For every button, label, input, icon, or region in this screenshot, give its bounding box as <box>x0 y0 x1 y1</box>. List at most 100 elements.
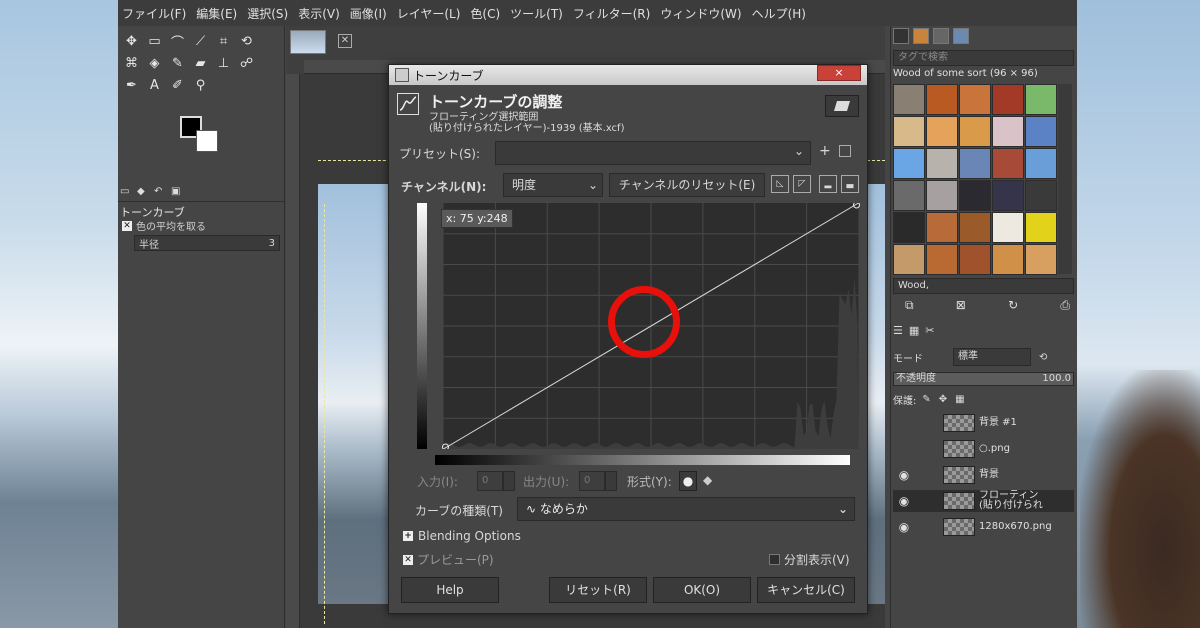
menu-image[interactable]: 画像(I) <box>350 5 387 22</box>
histogram-scale-icon[interactable]: ▃ <box>841 175 859 193</box>
histogram-view-icon[interactable]: ▂ <box>819 175 837 193</box>
pattern-scrollbar[interactable] <box>1058 84 1072 274</box>
log-histogram-icon[interactable]: ◸ <box>793 175 811 193</box>
menu-help[interactable]: ヘルプ(H) <box>752 5 806 22</box>
reset-button[interactable]: リセット(R) <box>549 577 647 603</box>
input-field[interactable]: 0 <box>477 471 503 491</box>
cancel-button[interactable]: キャンセル(C) <box>757 577 855 603</box>
bucket-fill-tool-icon[interactable]: ◈ <box>143 52 166 74</box>
path-tool-icon[interactable]: ✒ <box>120 74 143 96</box>
rect-select-tool-icon[interactable]: ▭ <box>143 30 166 52</box>
zoom-tool-icon[interactable]: ⚲ <box>189 74 212 96</box>
menu-color[interactable]: 色(C) <box>470 5 500 22</box>
pattern-swatch[interactable] <box>893 148 925 179</box>
pattern-swatch[interactable] <box>1025 244 1057 275</box>
ok-button[interactable]: OK(O) <box>653 577 751 603</box>
layer-row[interactable]: ○.png <box>893 438 1074 460</box>
pattern-swatch[interactable] <box>926 116 958 147</box>
preview-checkbox[interactable]: ✕ プレビュー(P) <box>403 551 494 568</box>
document-history-tab-icon[interactable] <box>953 28 969 44</box>
layer-row[interactable]: ◉ フローティン (貼り付けられ <box>893 490 1074 512</box>
move-tool-icon[interactable]: ✥ <box>120 30 143 52</box>
pattern-swatch[interactable] <box>959 84 991 115</box>
pattern-swatch[interactable] <box>959 148 991 179</box>
background-color-swatch[interactable] <box>196 130 218 152</box>
pattern-swatch[interactable] <box>893 244 925 275</box>
reset-channel-button[interactable]: チャンネルのリセット(E) <box>609 173 765 197</box>
checkbox-checked-icon[interactable]: ✕ <box>122 220 132 231</box>
color-picker-tool-icon[interactable]: ✐ <box>166 74 189 96</box>
output-spinner[interactable] <box>605 471 617 491</box>
layer-row[interactable]: ◉ 1280x670.png <box>893 516 1074 538</box>
sample-average-option[interactable]: ✕ 色の平均を取る <box>122 218 206 233</box>
pattern-swatch[interactable] <box>992 244 1024 275</box>
pattern-swatch[interactable] <box>926 148 958 179</box>
pattern-swatch[interactable] <box>1025 116 1057 147</box>
pattern-swatch[interactable] <box>893 116 925 147</box>
lock-pixels-icon[interactable]: ✎ <box>922 394 930 405</box>
curve-type-select[interactable]: ∿ なめらか ⌄ <box>517 497 855 521</box>
fuzzy-select-tool-icon[interactable]: ⟋ <box>189 30 212 52</box>
pattern-swatch[interactable] <box>893 180 925 211</box>
mode-select[interactable]: 標準 <box>953 348 1031 366</box>
visibility-eye-icon[interactable]: ◉ <box>893 468 915 482</box>
layer-row[interactable]: 背景 #1 <box>893 412 1074 434</box>
channels-tab-icon[interactable]: ▦ <box>909 324 919 342</box>
menu-layer[interactable]: レイヤー(L) <box>397 5 461 22</box>
add-preset-icon[interactable]: + <box>819 143 831 159</box>
image-tab-thumbnail[interactable] <box>290 30 326 54</box>
pattern-swatch[interactable] <box>893 84 925 115</box>
pattern-swatch[interactable] <box>1025 180 1057 211</box>
tag-search-input[interactable]: タグで検索 <box>893 50 1074 66</box>
split-view-checkbox[interactable]: 分割表示(V) <box>769 551 850 568</box>
undo-history-tab-icon[interactable]: ↶ <box>154 186 168 200</box>
duplicate-pattern-icon[interactable]: ⧉ <box>905 298 914 313</box>
tool-options-tab-icon[interactable]: ▭ <box>120 186 134 200</box>
lasso-tool-icon[interactable]: ⌒ <box>166 30 189 52</box>
images-tab-icon[interactable]: ▣ <box>171 186 185 200</box>
menu-view[interactable]: 表示(V) <box>298 5 340 22</box>
pattern-swatch[interactable] <box>959 180 991 211</box>
help-button[interactable]: Help <box>401 577 499 603</box>
mode-reset-icon[interactable]: ⟲ <box>1039 352 1047 363</box>
preset-menu-icon[interactable] <box>839 145 851 157</box>
channel-select[interactable]: 明度 ⌄ <box>503 173 603 197</box>
close-tab-icon[interactable]: ✕ <box>338 34 352 48</box>
pattern-tag-field[interactable]: Wood, <box>893 278 1074 294</box>
menu-file[interactable]: ファイル(F) <box>122 5 186 22</box>
eraser-tool-icon[interactable]: ▰ <box>189 52 212 74</box>
menu-tools[interactable]: ツール(T) <box>510 5 563 22</box>
smudge-tool-icon[interactable]: ☍ <box>235 52 258 74</box>
menu-filters[interactable]: フィルター(R) <box>573 5 650 22</box>
device-status-tab-icon[interactable]: ◆ <box>137 186 151 200</box>
rotate-tool-icon[interactable]: ⟲ <box>235 30 258 52</box>
pattern-swatch[interactable] <box>926 180 958 211</box>
text-tool-icon[interactable]: A <box>143 74 166 96</box>
warp-tool-icon[interactable]: ⌘ <box>120 52 143 74</box>
crop-tool-icon[interactable]: ⌗ <box>212 30 235 52</box>
preset-select[interactable]: ⌄ <box>495 141 811 165</box>
pattern-swatch[interactable] <box>1025 148 1057 179</box>
menu-select[interactable]: 選択(S) <box>247 5 288 22</box>
pattern-swatch[interactable] <box>926 212 958 243</box>
open-pattern-icon[interactable]: ⎙ <box>1060 298 1070 313</box>
output-field[interactable]: 0 <box>579 471 605 491</box>
menu-edit[interactable]: 編集(E) <box>196 5 237 22</box>
fg-bg-colors[interactable] <box>180 116 222 156</box>
pattern-swatch[interactable] <box>1025 212 1057 243</box>
pattern-swatch[interactable] <box>1025 84 1057 115</box>
layers-tab-icon[interactable]: ☰ <box>893 324 903 342</box>
refresh-patterns-icon[interactable]: ↻ <box>1008 298 1018 313</box>
patterns-tab-icon[interactable] <box>913 28 929 44</box>
lock-alpha-icon[interactable]: ▦ <box>955 394 964 405</box>
visibility-eye-icon[interactable]: ◉ <box>893 520 915 534</box>
visibility-eye-icon[interactable]: ◉ <box>893 494 915 508</box>
smooth-point-icon[interactable]: ● <box>679 471 697 491</box>
layer-row[interactable]: ◉ 背景 <box>893 464 1074 486</box>
pattern-swatch[interactable] <box>959 116 991 147</box>
pattern-swatch[interactable] <box>959 212 991 243</box>
pattern-swatch[interactable] <box>926 84 958 115</box>
input-spinner[interactable] <box>503 471 515 491</box>
opacity-slider[interactable]: 不透明度 100.0 <box>893 372 1074 386</box>
brushes-tab-icon[interactable] <box>893 28 909 44</box>
